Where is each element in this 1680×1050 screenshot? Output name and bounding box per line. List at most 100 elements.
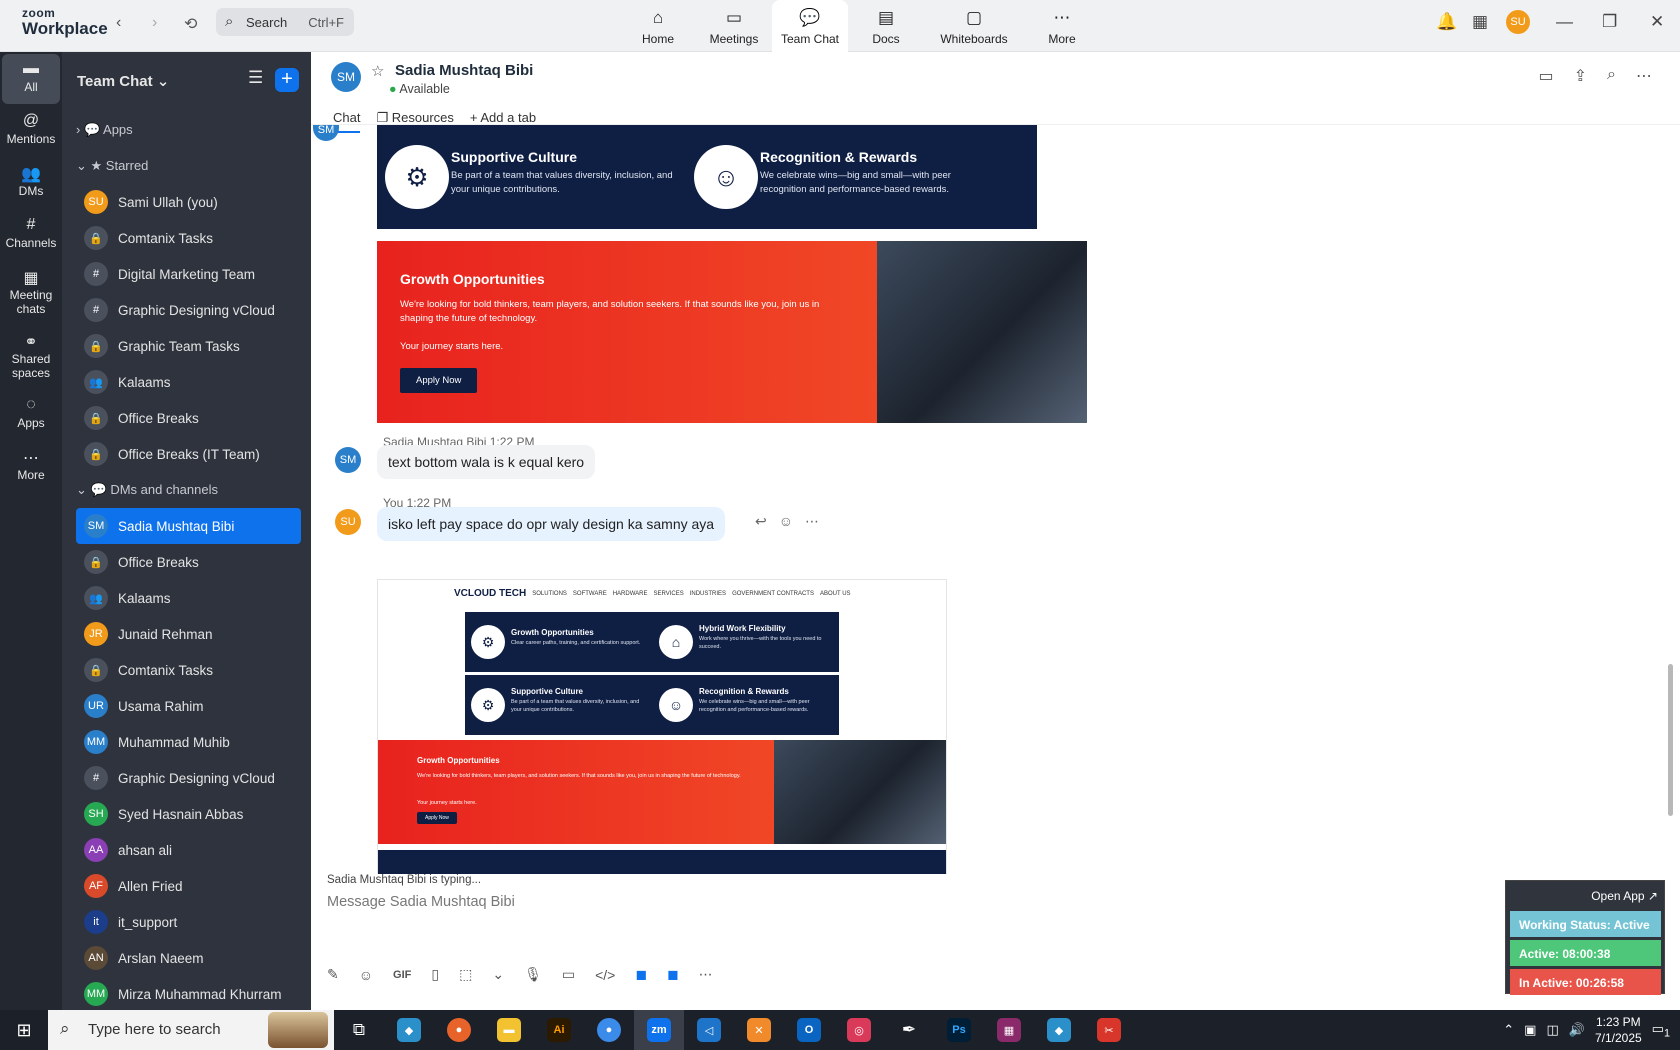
outlook-icon[interactable]: O (784, 1010, 834, 1050)
close-icon[interactable]: ✕ (1650, 12, 1664, 32)
windows-start-icon[interactable]: ⊞ (0, 1020, 48, 1041)
volume-icon[interactable]: 🔊 (1569, 1022, 1585, 1038)
sidebar-item[interactable]: AF Allen Fried (76, 868, 301, 904)
more-icon[interactable]: ⋯ (1636, 66, 1652, 86)
contact-avatar[interactable]: SM (331, 62, 361, 92)
sidebar-item[interactable]: SU Sami Ullah (you) (76, 184, 301, 220)
contact-name[interactable]: Sadia Mushtaq Bibi (395, 62, 533, 79)
app-icon[interactable]: ◼ (635, 966, 647, 983)
sidebar-item[interactable]: # Graphic Designing vCloud (76, 760, 301, 796)
photoshop-icon[interactable]: Ps (934, 1010, 984, 1050)
rail-dms[interactable]: 👥 DMs (2, 158, 60, 208)
illustrator-icon[interactable]: Ai (534, 1010, 584, 1050)
app-diamond-icon[interactable]: ◆ (384, 1010, 434, 1050)
snip-tool-icon[interactable]: ✂ (1084, 1010, 1134, 1050)
sidebar-item[interactable]: SM Sadia Mushtaq Bibi (76, 508, 301, 544)
section-apps[interactable]: › 💬 Apps (76, 112, 301, 148)
notification-icon[interactable]: ▭1 (1652, 1021, 1670, 1040)
sidebar-title[interactable]: Team Chat ⌄ (77, 72, 169, 90)
sidebar-item[interactable]: 👥 Kalaams (76, 364, 301, 400)
chevron-down-icon[interactable]: ⌄ (492, 966, 504, 983)
message-bubble[interactable]: isko left pay space do opr waly design k… (377, 507, 726, 541)
sidebar-item[interactable]: 🔒 Comtanix Tasks (76, 652, 301, 688)
more-icon[interactable]: ⋯ (699, 966, 713, 983)
search-icon[interactable]: ⌕ (1607, 66, 1616, 86)
sidebar-item[interactable]: it it_support (76, 904, 301, 940)
open-app-link[interactable]: Open App ↗ (1591, 889, 1658, 903)
emoji-icon[interactable]: ☺ (359, 967, 373, 983)
sidebar-item[interactable]: 👥 Kalaams (76, 580, 301, 616)
network-status-icon[interactable]: ▣ (1524, 1022, 1536, 1038)
scrollbar[interactable] (1668, 664, 1673, 816)
sidebar-item[interactable]: 🔒 Office Breaks (76, 544, 301, 580)
rail-mentions[interactable]: @ Mentions (2, 106, 60, 156)
chrome-icon[interactable]: ● (584, 1010, 634, 1050)
whiteboard-icon[interactable]: ◼ (667, 966, 679, 983)
code-icon[interactable]: </> (595, 967, 615, 983)
video-call-icon[interactable]: ▭ (1539, 66, 1554, 86)
sidebar-item[interactable]: 🔒 Comtanix Tasks (76, 220, 301, 256)
microphone-icon[interactable]: 🎙 (524, 966, 542, 983)
format-icon[interactable]: ✎ (327, 966, 339, 983)
sidebar-item[interactable]: JR Junaid Rehman (76, 616, 301, 652)
more-icon[interactable]: ⋯ (805, 513, 819, 530)
taskbar-search[interactable]: ⌕ Type here to search (48, 1010, 334, 1050)
tab-team-chat[interactable]: 💬 Team Chat (772, 0, 848, 52)
history-icon[interactable]: ⟲ (184, 14, 197, 34)
filter-icon[interactable]: ☰ (248, 68, 263, 88)
sidebar-item[interactable]: # Graphic Designing vCloud (76, 292, 301, 328)
search-box[interactable]: ⌕ Search Ctrl+F (216, 8, 354, 36)
zoom-taskbar-icon[interactable]: zm (634, 1010, 684, 1050)
sidebar-item[interactable]: SH Syed Hasnain Abbas (76, 796, 301, 832)
sidebar-item[interactable]: MM Mirza Muhammad Khurram (76, 976, 301, 1012)
tab-meetings[interactable]: ▭ Meetings (696, 0, 772, 52)
reply-icon[interactable]: ↩ (755, 513, 767, 530)
creative-cloud-icon[interactable]: ◎ (834, 1010, 884, 1050)
section-dms[interactable]: ⌄ 💬 DMs and channels (76, 472, 301, 508)
rail-shared-spaces[interactable]: ⚭ Shared spaces (2, 326, 60, 388)
tab-docs[interactable]: ▤ Docs (848, 0, 924, 52)
sidebar-item[interactable]: 🔒 Office Breaks (IT Team) (76, 436, 301, 472)
message-input[interactable]: Message Sadia Mushtaq Bibi (327, 894, 515, 910)
screenshot-icon[interactable]: ⬚ (459, 966, 472, 983)
image-banner-growth[interactable]: Growth Opportunities We're looking for b… (377, 241, 1087, 423)
tab-more[interactable]: ⋯ More (1024, 0, 1100, 52)
file-icon[interactable]: ▯ (431, 966, 439, 983)
emoji-icon[interactable]: ☺ (779, 513, 793, 530)
sidebar-item[interactable]: AA ahsan ali (76, 832, 301, 868)
clock[interactable]: 1:23 PM 7/1/2025 (1595, 1014, 1642, 1046)
tab-whiteboards[interactable]: ▢ Whiteboards (924, 0, 1024, 52)
gif-icon[interactable]: GIF (393, 969, 411, 981)
sidebar-item[interactable]: MM Muhammad Muhib (76, 724, 301, 760)
bell-icon[interactable]: 🔔 (1436, 12, 1457, 32)
file-explorer-icon[interactable]: ▬ (484, 1010, 534, 1050)
star-icon[interactable]: ☆ (371, 62, 384, 80)
rail-channels[interactable]: # Channels (2, 210, 60, 260)
firefox-icon[interactable]: ● (434, 1010, 484, 1050)
avatar[interactable]: SU (1506, 10, 1530, 34)
new-chat-button[interactable]: + (275, 68, 299, 92)
sidebar-item[interactable]: AN Arslan Naeem (76, 940, 301, 976)
xampp-icon[interactable]: ✕ (734, 1010, 784, 1050)
sidebar-item[interactable]: UR Usama Rahim (76, 688, 301, 724)
pen-tool-icon[interactable]: ✒ (884, 1010, 934, 1050)
calendar-icon[interactable]: ▦ (1472, 12, 1488, 32)
winrar-icon[interactable]: ▦ (984, 1010, 1034, 1050)
sidebar-item[interactable]: 🔒 Office Breaks (76, 400, 301, 436)
maximize-icon[interactable]: ❐ (1602, 12, 1617, 32)
app-diamond-icon[interactable]: ◆ (1034, 1010, 1084, 1050)
share-screen-icon[interactable]: ⇪ (1574, 66, 1587, 86)
minimize-icon[interactable]: — (1556, 12, 1573, 32)
rail-meeting-chats[interactable]: ▦ Meeting chats (2, 262, 60, 324)
rail-more[interactable]: ⋯ More (2, 442, 60, 492)
sidebar-item[interactable]: 🔒 Graphic Team Tasks (76, 328, 301, 364)
image-banner-culture[interactable]: ⚙ Supportive Culture Be part of a team t… (377, 125, 1037, 229)
sidebar-item[interactable]: # Digital Marketing Team (76, 256, 301, 292)
back-arrow-icon[interactable]: ‹ (116, 14, 121, 32)
vscode-icon[interactable]: ◁ (684, 1010, 734, 1050)
zoom-logo[interactable]: zoom Workplace (22, 6, 108, 38)
rail-apps[interactable]: ◌ Apps (2, 390, 60, 440)
rail-all[interactable]: ▬ All (2, 54, 60, 104)
task-view-icon[interactable]: ⧉ (334, 1010, 384, 1050)
screenshot-attachment[interactable]: VCLOUD TECH SOLUTIONS SOFTWARE HARDWARE SE… (377, 579, 947, 874)
